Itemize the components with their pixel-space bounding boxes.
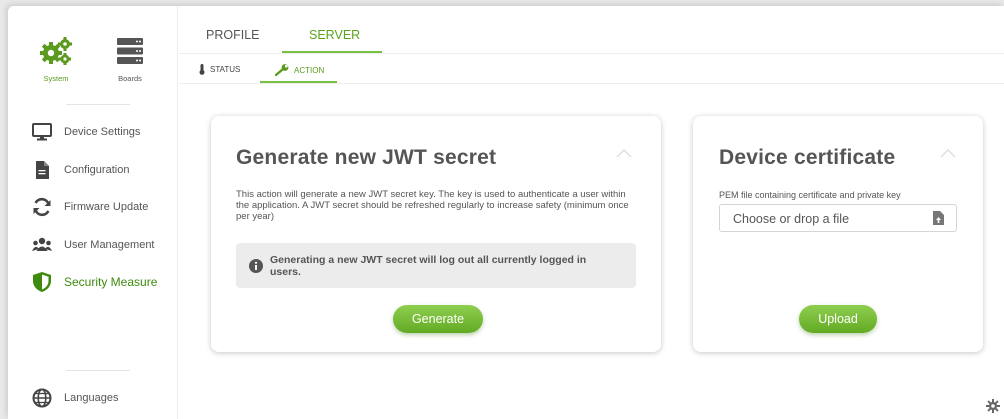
sidebar-item-label: User Management bbox=[64, 239, 155, 251]
sidebar-item-label: Languages bbox=[64, 392, 119, 404]
sidebar: System Boards Device Settings Configurat… bbox=[8, 6, 178, 419]
card-title: Generate new JWT secret bbox=[236, 146, 497, 169]
users-icon bbox=[32, 235, 52, 255]
tab-profile[interactable]: PROFILE bbox=[206, 28, 260, 42]
shield-icon bbox=[32, 272, 52, 292]
document-icon bbox=[32, 160, 52, 180]
sidebar-item-firmware-update[interactable]: Firmware Update bbox=[32, 196, 172, 218]
thermometer-icon bbox=[199, 64, 205, 75]
tab-status[interactable]: STATUS bbox=[199, 64, 240, 75]
tab-action-label: ACTION bbox=[294, 65, 325, 75]
tab-status-label: STATUS bbox=[210, 65, 241, 74]
system-tile[interactable]: System bbox=[30, 36, 82, 83]
sidebar-item-device-settings[interactable]: Device Settings bbox=[32, 121, 172, 143]
app-window: System Boards Device Settings Configurat… bbox=[8, 6, 1004, 419]
sidebar-item-label: Device Settings bbox=[64, 126, 141, 138]
jwt-secret-card: Generate new JWT secret This action will… bbox=[211, 116, 661, 352]
file-upload-icon bbox=[933, 211, 944, 225]
main-tabs: PROFILE SERVER bbox=[179, 6, 1004, 54]
sidebar-item-languages[interactable]: Languages bbox=[32, 387, 172, 409]
generate-button[interactable]: Generate bbox=[393, 305, 483, 333]
warning-box: Generating a new JWT secret will log out… bbox=[236, 243, 636, 288]
sidebar-item-label: Security Measure bbox=[64, 275, 158, 289]
file-field-label: PEM file containing certificate and priv… bbox=[719, 190, 901, 200]
active-tab-indicator bbox=[282, 51, 382, 53]
system-label: System bbox=[43, 74, 69, 83]
sidebar-item-user-management[interactable]: User Management bbox=[32, 234, 172, 256]
sidebar-divider bbox=[66, 104, 130, 105]
card-description: This action will generate a new JWT secr… bbox=[236, 189, 629, 222]
wrench-icon bbox=[275, 64, 289, 76]
upload-button[interactable]: Upload bbox=[799, 305, 877, 333]
server-rack-icon bbox=[117, 38, 143, 64]
device-certificate-card: Device certificate PEM file containing c… bbox=[693, 116, 983, 352]
gears-icon bbox=[40, 37, 72, 65]
warning-text: Generating a new JWT secret will log out… bbox=[270, 254, 587, 278]
monitor-icon bbox=[32, 122, 52, 142]
tab-action[interactable]: ACTION bbox=[275, 64, 324, 76]
active-subtab-indicator bbox=[260, 81, 337, 83]
settings-gear-icon[interactable] bbox=[986, 399, 1000, 413]
sidebar-item-security-measure[interactable]: Security Measure bbox=[32, 271, 172, 293]
file-input-placeholder: Choose or drop a file bbox=[733, 212, 850, 226]
info-icon bbox=[249, 259, 263, 273]
card-title: Device certificate bbox=[719, 146, 896, 169]
chevron-up-icon[interactable] bbox=[616, 146, 632, 162]
tab-server[interactable]: SERVER bbox=[309, 28, 360, 42]
globe-icon bbox=[32, 388, 52, 408]
sidebar-divider bbox=[66, 370, 130, 371]
file-input[interactable]: Choose or drop a file bbox=[719, 204, 957, 232]
boards-tile[interactable]: Boards bbox=[104, 36, 156, 83]
boards-label: Boards bbox=[118, 74, 142, 83]
sidebar-item-configuration[interactable]: Configuration bbox=[32, 159, 172, 181]
sub-tabs: STATUS ACTION bbox=[179, 54, 1004, 84]
chevron-up-icon[interactable] bbox=[940, 146, 956, 162]
refresh-icon bbox=[32, 197, 52, 217]
sidebar-item-label: Firmware Update bbox=[64, 201, 149, 213]
sidebar-item-label: Configuration bbox=[64, 164, 130, 176]
